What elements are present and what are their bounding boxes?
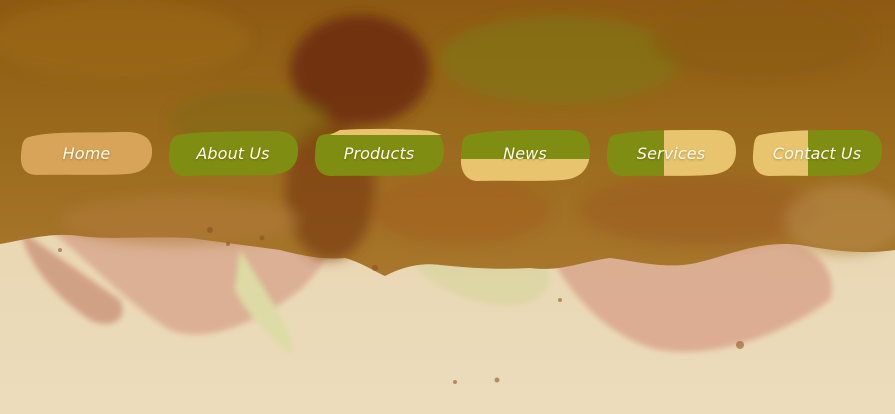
nav-item-news[interactable]: News: [458, 127, 592, 181]
nav-label-contact-us: Contact Us: [772, 143, 862, 163]
nav-label-news: News: [503, 143, 547, 163]
nav-label-home: Home: [62, 143, 111, 163]
nav-label-about-us: About Us: [196, 143, 270, 163]
nav-label-products: Products: [343, 143, 415, 163]
main-navigation: Home About Us Products News Services Con…: [0, 0, 895, 414]
nav-item-about-us[interactable]: About Us: [166, 127, 300, 179]
nav-item-home[interactable]: Home: [19, 127, 154, 179]
nav-item-contact-us[interactable]: Contact Us: [750, 127, 884, 179]
nav-label-services: Services: [636, 143, 706, 163]
nav-item-services[interactable]: Services: [604, 127, 738, 179]
nav-item-products[interactable]: Products: [312, 127, 446, 179]
